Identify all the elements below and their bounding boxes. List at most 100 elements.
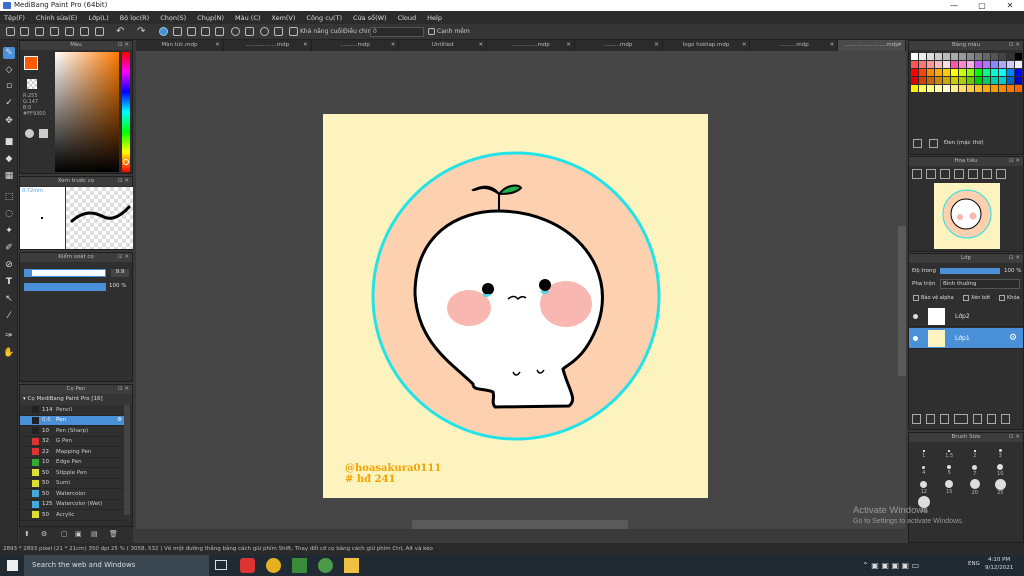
brush-item[interactable]: 0.6 Pen ⚙ (20, 415, 124, 426)
brush-size-slider[interactable] (24, 269, 106, 277)
tab-document-8[interactable]: ..........mdp ✕ (750, 40, 839, 51)
menu-window[interactable]: Cửa số(W) (353, 14, 387, 22)
palette-swatch[interactable] (911, 61, 918, 68)
palette-grid[interactable] (911, 53, 1022, 92)
snap-off-icon[interactable] (159, 27, 168, 36)
brush-item[interactable]: 50 Stipple Pen (20, 468, 124, 479)
palette-swatch[interactable] (999, 61, 1006, 68)
taskbar-app-paint[interactable] (240, 558, 255, 573)
keyboard-language[interactable]: ENG (968, 561, 980, 567)
add-layer-menu-icon[interactable] (954, 414, 968, 424)
rotate-left-icon[interactable] (968, 169, 978, 179)
chat-icon[interactable] (50, 27, 59, 36)
curve-snap-icon[interactable] (245, 27, 254, 36)
palette-swatch[interactable] (951, 69, 958, 76)
menu-snap[interactable]: Chụp(N) (197, 14, 224, 22)
palette-swatch[interactable] (951, 53, 958, 60)
brush-add-icon[interactable]: ⬆ (24, 530, 30, 538)
menu-layer[interactable]: Lớp(L) (88, 14, 108, 22)
palette-swatch[interactable] (927, 85, 934, 92)
layer-folder-icon[interactable] (973, 414, 982, 424)
hue-handle[interactable] (123, 159, 129, 165)
palette-swatch[interactable] (919, 61, 926, 68)
hand-tool-icon[interactable]: ✋ (3, 347, 15, 359)
menu-tools[interactable]: Công cụ(T) (306, 14, 342, 22)
palette-swatch[interactable] (975, 77, 982, 84)
palette-swatch[interactable] (1007, 61, 1014, 68)
palette-swatch[interactable] (911, 69, 918, 76)
palette-swatch[interactable] (943, 53, 950, 60)
palette-swatch[interactable] (1015, 69, 1022, 76)
palette-swatch[interactable] (991, 85, 998, 92)
brush-size-value[interactable]: 9.9 (111, 269, 129, 277)
palette-swatch[interactable] (927, 77, 934, 84)
menu-edit[interactable]: Chỉnh sửa(E) (36, 14, 77, 22)
palette-swatch[interactable] (959, 53, 966, 60)
flip-icon[interactable] (996, 169, 1006, 179)
palette-swatch[interactable] (975, 61, 982, 68)
move-tool-icon[interactable]: ✥ (3, 115, 15, 127)
save-icon[interactable] (95, 27, 104, 36)
adjust-select[interactable]: 0 (370, 27, 424, 37)
layer-row-1[interactable]: Lớp1 ⚙ (909, 328, 1023, 349)
palette-swatch[interactable] (967, 69, 974, 76)
brush-delete-icon[interactable]: 🗑 (109, 530, 118, 538)
alpha-lock-checkbox[interactable] (913, 295, 919, 301)
palette-swatch[interactable] (951, 61, 958, 68)
palette-swatch[interactable] (919, 69, 926, 76)
palette-swatch[interactable] (975, 85, 982, 92)
brush-item[interactable]: 50 Sumi (20, 479, 124, 489)
eyedropper2-tool-icon[interactable]: ✑ (3, 330, 15, 342)
palette-swatch[interactable] (943, 69, 950, 76)
taskbar-app-folder[interactable] (344, 558, 359, 573)
fill-rect-tool-icon[interactable]: ■ (3, 136, 15, 148)
add-halftone-layer-icon[interactable] (926, 414, 935, 424)
color-wheel-icon[interactable] (25, 129, 34, 138)
taskbar-app-chrome[interactable] (266, 558, 281, 573)
palette-swatch[interactable] (919, 85, 926, 92)
menu-cloud[interactable]: Cloud (398, 14, 417, 22)
color-mode-icon[interactable] (39, 129, 48, 138)
palette-swatch[interactable] (951, 77, 958, 84)
tab-document-2[interactable]: ..................mdp ✕ (224, 40, 312, 51)
new-file-icon[interactable] (20, 27, 29, 36)
rotate-right-icon[interactable] (982, 169, 992, 179)
palette-swatch[interactable] (991, 61, 998, 68)
foreground-color-swatch[interactable] (24, 56, 38, 70)
add-8bit-layer-icon[interactable] (940, 414, 949, 424)
vanishing-snap-icon[interactable] (201, 27, 210, 36)
palette-swatch[interactable] (1015, 85, 1022, 92)
tab-document-5[interactable]: ...............mdp ✕ (487, 40, 575, 51)
palette-swatch[interactable] (999, 69, 1006, 76)
palette-swatch[interactable] (967, 53, 974, 60)
brush-size-grid[interactable]: 1 1.5 2 3 4 5 7 10 12 15 20 25 30 (911, 445, 1013, 541)
radial-snap-icon[interactable] (215, 27, 224, 36)
palette-swatch[interactable] (927, 61, 934, 68)
palette-swatch[interactable] (1015, 61, 1022, 68)
edge-checkbox[interactable] (428, 28, 435, 35)
palette-swatch[interactable] (983, 61, 990, 68)
layer-visibility-icon[interactable] (913, 314, 918, 319)
taskbar-clock[interactable]: 4:10 PM 9/12/2021 (985, 556, 1013, 572)
palette-swatch[interactable] (943, 61, 950, 68)
maximize-button[interactable]: ▢ (968, 0, 996, 11)
palette-swatch[interactable] (927, 69, 934, 76)
add-layer-icon[interactable] (912, 414, 921, 424)
eraser-tool-icon[interactable]: ◇ (3, 64, 15, 76)
palette-swatch[interactable] (959, 69, 966, 76)
brush-item[interactable]: 125 Watercolor (Wet) (20, 500, 124, 510)
brush-tool-icon[interactable]: ✎ (3, 47, 15, 59)
palette-swatch[interactable] (991, 77, 998, 84)
brush-item[interactable]: 10 Pen (Sharp) (20, 426, 124, 437)
palette-swatch[interactable] (927, 53, 934, 60)
layer-opacity-slider[interactable] (940, 268, 1000, 274)
zoom-in-icon[interactable] (912, 169, 922, 179)
brush-settings-icon[interactable]: ⚙ (41, 530, 47, 538)
taskbar-app-browser[interactable] (318, 558, 333, 573)
bucket-tool-icon[interactable]: ◆ (3, 153, 15, 165)
palette-swatch[interactable] (935, 53, 942, 60)
tab-document-6[interactable]: .........mdp ✕ (575, 40, 663, 51)
canvas-area[interactable]: @hoasakura0111 # hđ 241 (136, 51, 906, 529)
home-icon[interactable] (6, 27, 15, 36)
palette-swatch[interactable] (999, 85, 1006, 92)
